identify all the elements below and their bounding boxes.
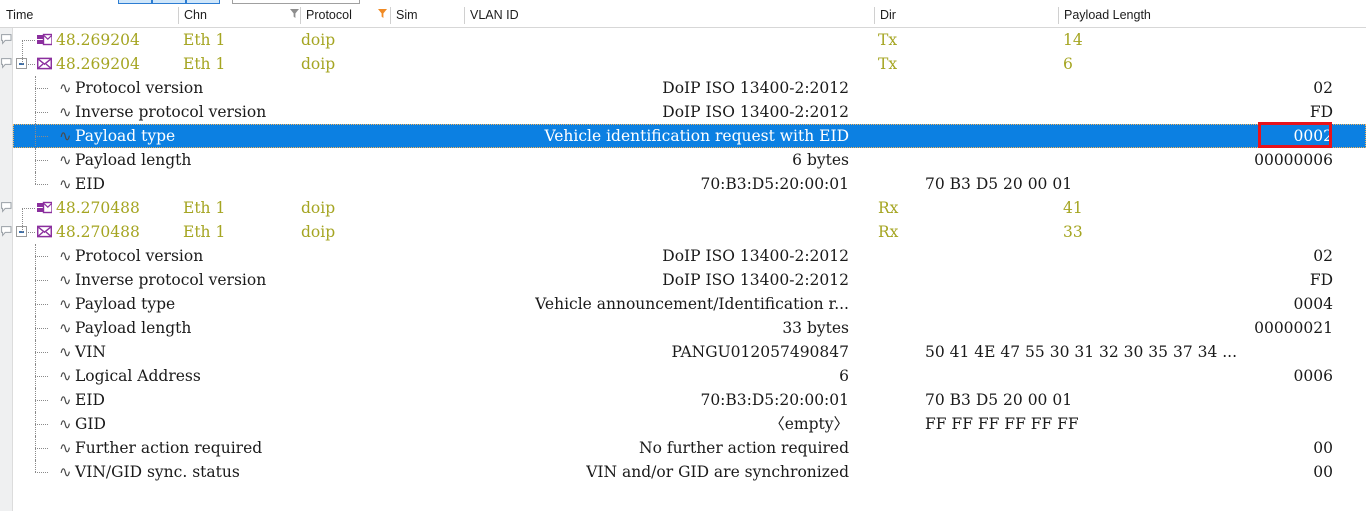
detail-value: PANGU012057490847 [671,343,849,361]
trace-detail-row[interactable]: ∿ GID 〈empty〉 FF FF FF FF FF FF [13,412,1366,436]
trace-message-row[interactable]: 48.270488 Eth 1 doip Rx 33 [13,220,1366,244]
detail-raw-value: 00000006 [1254,151,1333,169]
cell-time: 48.269204 [56,31,140,49]
detail-hex-bytes: 50 41 4E 47 55 30 31 32 30 35 37 34 ... [925,343,1238,361]
detail-value: 〈empty〉 [769,415,849,433]
tree-connector [22,208,35,209]
trace-detail-row[interactable]: ∿ Payload length 6 bytes 00000006 [13,148,1366,172]
detail-raw-value: 0006 [1293,367,1333,385]
gutter-comment-flag-icon[interactable] [1,202,12,213]
gutter-comment-flag-icon[interactable] [1,34,12,45]
detail-raw-value: 0002 [1293,127,1333,145]
trace-detail-row[interactable]: ∿ Inverse protocol version DoIP ISO 13400-… [13,268,1366,292]
tree-trunk [22,40,23,64]
message-envelope-x-icon [37,57,52,70]
cell-dir: Tx [878,31,898,49]
detail-raw-value: FD [1309,271,1333,289]
cell-time: 48.270488 [56,223,140,241]
cell-payload-length: 6 [1063,55,1073,73]
cell-protocol: doip [301,199,336,217]
cell-dir: Rx [878,223,899,241]
marker-gutter[interactable] [0,28,13,511]
trace-detail-row[interactable]: ∿ EID 70:B3:D5:20:00:01 70 B3 D5 20 00 01 [13,388,1366,412]
trace-window: Time Chn Protocol Sim VLAN ID Dir Payloa… [0,0,1366,511]
message-envelope-icon [37,33,52,46]
column-header-chn[interactable]: Chn [178,4,300,27]
cell-protocol: doip [301,55,336,73]
tree-connector [22,40,35,41]
trace-detail-row[interactable]: ∿ Further action required No further actio… [13,436,1366,460]
column-header-row: Time Chn Protocol Sim VLAN ID Dir Payloa… [0,4,1366,28]
cell-payload-length: 41 [1063,199,1083,217]
trace-detail-row[interactable]: ∿ Payload length 33 bytes 00000021 [13,316,1366,340]
detail-raw-value: 00000021 [1254,319,1333,337]
cell-time: 48.270488 [56,199,140,217]
trace-detail-row[interactable]: ∿ Payload type Vehicle announcement/Identi… [13,292,1366,316]
message-envelope-x-icon [37,225,52,238]
trace-detail-row[interactable]: ∿ Payload type Vehicle identification requ… [13,124,1366,148]
column-header-protocol[interactable]: Protocol [300,4,386,27]
filter-icon-chn[interactable] [290,9,299,19]
trace-detail-row[interactable]: ∿ Protocol version DoIP ISO 13400-2:2012 02 [13,76,1366,100]
message-envelope-icon [37,201,52,214]
detail-hex-bytes: 70 B3 D5 20 00 01 [925,175,1073,193]
column-header-payload-length[interactable]: Payload Length [1058,4,1358,27]
gutter-comment-flag-icon[interactable] [1,58,12,69]
trace-message-row[interactable]: 48.269204 Eth 1 doip Tx 14 [13,28,1366,52]
detail-raw-value: 02 [1313,79,1333,97]
column-header-time[interactable]: Time [0,4,178,27]
trace-detail-row[interactable]: ∿ VIN PANGU012057490847 50 41 4E 47 55 30 3… [13,340,1366,364]
cell-payload-length: 33 [1063,223,1083,241]
cell-time: 48.269204 [56,55,140,73]
trace-message-row[interactable]: 48.269204 Eth 1 doip Tx 6 [13,52,1366,76]
trace-detail-row[interactable]: ∿ Protocol version DoIP ISO 13400-2:2012 02 [13,244,1366,268]
detail-hex-bytes: FF FF FF FF FF FF [925,415,1079,433]
detail-raw-value: 02 [1313,247,1333,265]
detail-raw-value: 0004 [1293,295,1333,313]
trace-message-row[interactable]: 48.270488 Eth 1 doip Rx 41 [13,196,1366,220]
trace-detail-row[interactable]: ∿ Logical Address 6 0006 [13,364,1366,388]
cell-chn: Eth 1 [183,223,226,241]
trace-rows: 48.269204 Eth 1 doip Tx 14 48.269204 Eth 1 doip… [13,28,1366,511]
detail-value: 70:B3:D5:20:00:01 [700,175,849,193]
detail-raw-value: 00 [1313,463,1333,481]
trace-detail-row[interactable]: ∿ EID 70:B3:D5:20:00:01 70 B3 D5 20 00 01 [13,172,1366,196]
cell-chn: Eth 1 [183,55,226,73]
cell-protocol: doip [301,223,336,241]
gutter-comment-flag-icon[interactable] [1,226,12,237]
cell-dir: Tx [878,55,898,73]
detail-value: 70:B3:D5:20:00:01 [700,391,849,409]
detail-raw-value: FD [1309,103,1333,121]
column-header-sim[interactable]: Sim [390,4,464,27]
cell-chn: Eth 1 [183,199,226,217]
trace-detail-row[interactable]: ∿ Inverse protocol version DoIP ISO 13400-… [13,100,1366,124]
cell-payload-length: 14 [1063,31,1083,49]
trace-detail-row[interactable]: ∿ VIN/GID sync. status VIN and/or GID are … [13,460,1366,484]
column-header-vlan-id[interactable]: VLAN ID [464,4,874,27]
column-header-dir[interactable]: Dir [874,4,1058,27]
cell-protocol: doip [301,31,336,49]
cell-chn: Eth 1 [183,31,226,49]
filter-icon-protocol[interactable] [378,9,387,19]
cell-dir: Rx [878,199,899,217]
detail-raw-value: 00 [1313,439,1333,457]
detail-hex-bytes: 70 B3 D5 20 00 01 [925,391,1073,409]
tree-trunk [22,208,23,232]
